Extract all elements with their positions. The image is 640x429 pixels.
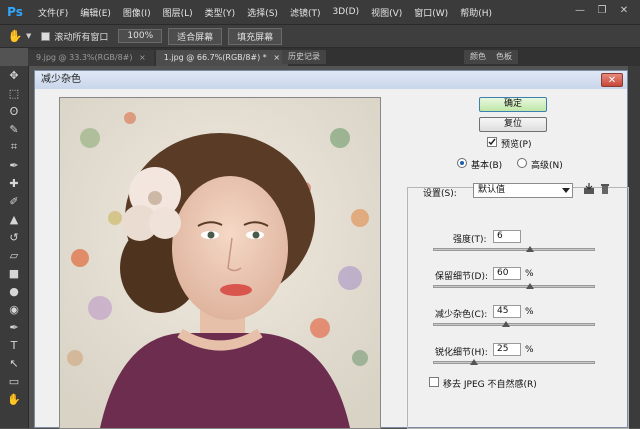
menu-file[interactable]: 文件(F)	[32, 6, 74, 19]
preview-checkbox[interactable]	[487, 137, 497, 147]
settings-label: 设置(S):	[423, 189, 457, 199]
mode-basic-radio[interactable]	[457, 158, 467, 168]
preserve-details-unit: %	[525, 269, 534, 279]
eyedropper-tool-icon[interactable]: ✒	[0, 156, 28, 174]
menu-image[interactable]: 图像(I)	[117, 6, 157, 19]
right-panel-strip	[628, 66, 640, 428]
panel-tab-color[interactable]: 颜色	[464, 50, 492, 64]
dialog-title: 减少杂色	[35, 71, 627, 89]
doc-tab-1jpg[interactable]: 1.jpg @ 66.7%(RGB/8#) * ×	[155, 50, 289, 66]
ok-button[interactable]: 确定	[479, 97, 547, 112]
reduce-color-noise-input[interactable]: 45	[493, 305, 521, 318]
menu-layer[interactable]: 图层(L)	[157, 6, 199, 19]
reduce-color-noise-label: 减少杂色(C):	[435, 310, 488, 320]
fit-screen-button[interactable]: 适合屏幕	[168, 27, 223, 45]
scroll-all-windows-checkbox[interactable]: 滚动所有窗口	[41, 30, 108, 43]
brush-tool-icon[interactable]: ✐	[0, 192, 28, 210]
pen-tool-icon[interactable]: ✒	[0, 318, 28, 336]
quick-select-tool-icon[interactable]: ✎	[0, 120, 28, 138]
hand-tool-icon[interactable]: ✋	[0, 390, 28, 408]
minimize-window-button[interactable]: —	[572, 4, 588, 18]
history-brush-tool-icon[interactable]: ↺	[0, 228, 28, 246]
checkmark-icon	[488, 138, 496, 146]
preserve-details-input[interactable]: 60	[493, 267, 521, 280]
gradient-tool-icon[interactable]: ■	[0, 264, 28, 282]
hand-tool-icon[interactable]: ✋	[4, 29, 26, 43]
eraser-tool-icon[interactable]: ▱	[0, 246, 28, 264]
dialog-close-button[interactable]: ✕	[601, 73, 623, 87]
remove-jpeg-artifact-checkbox[interactable]	[429, 377, 439, 387]
portrait-preview-illustration	[60, 98, 380, 428]
menu-3d[interactable]: 3D(D)	[326, 7, 365, 17]
preserve-details-slider-track[interactable]	[433, 285, 595, 288]
menu-help[interactable]: 帮助(H)	[454, 6, 498, 19]
preview-label: 预览(P)	[501, 140, 532, 150]
scroll-all-windows-label: 滚动所有窗口	[54, 32, 109, 43]
sharpen-details-input[interactable]: 25	[493, 343, 521, 356]
mode-advanced-label: 高级(N)	[531, 161, 563, 171]
preserve-details-slider-thumb[interactable]	[526, 283, 535, 289]
preserve-details-label: 保留细节(D):	[435, 272, 488, 282]
lasso-tool-icon[interactable]: ʘ	[0, 102, 28, 120]
type-tool-icon[interactable]: T	[0, 336, 28, 354]
close-window-button[interactable]: ✕	[616, 4, 632, 18]
sharpen-details-unit: %	[525, 345, 534, 355]
tool-preset-dropdown-icon[interactable]: ▼	[26, 32, 31, 40]
panel-tab-swatches[interactable]: 色板	[490, 50, 518, 64]
menu-type[interactable]: 类型(Y)	[199, 6, 242, 19]
strength-slider-track[interactable]	[433, 248, 595, 251]
settings-select-value: 默认值	[478, 185, 506, 195]
clone-stamp-tool-icon[interactable]: ▲	[0, 210, 28, 228]
tools-panel: ✥ ⬚ ʘ ✎ ⌗ ✒ ✚ ✐ ▲ ↺ ▱ ■ ● ◉ ✒ T ↖ ▭ ✋	[0, 66, 29, 428]
mode-basic-label: 基本(B)	[471, 161, 503, 171]
restore-window-button[interactable]: ❐	[594, 4, 610, 18]
reduce-color-noise-slider-track[interactable]	[433, 323, 595, 326]
mode-advanced-radio[interactable]	[517, 158, 527, 168]
settings-select[interactable]: 默认值	[473, 183, 573, 198]
strength-slider-thumb[interactable]	[526, 246, 535, 252]
options-bar: ✋ ▼ 滚动所有窗口 100% 适合屏幕 填充屏幕	[0, 25, 640, 48]
strength-input[interactable]: 6	[493, 230, 521, 243]
close-tab-icon[interactable]: ×	[273, 53, 280, 62]
marquee-tool-icon[interactable]: ⬚	[0, 84, 28, 102]
menu-bar: Ps 文件(F) 编辑(E) 图像(I) 图层(L) 类型(Y) 选择(S) 滤…	[0, 0, 640, 25]
menu-view[interactable]: 视图(V)	[365, 6, 408, 19]
panel-tab-history[interactable]: 历史记录	[282, 50, 326, 64]
blur-tool-icon[interactable]: ●	[0, 282, 28, 300]
remove-jpeg-artifact-label: 移去 JPEG 不自然感(R)	[443, 380, 537, 390]
reduce-color-noise-slider-thumb[interactable]	[501, 321, 510, 327]
menu-edit[interactable]: 编辑(E)	[74, 6, 117, 19]
dodge-tool-icon[interactable]: ◉	[0, 300, 28, 318]
save-settings-icon[interactable]	[583, 183, 595, 195]
menu-filter[interactable]: 滤镜(T)	[284, 6, 327, 19]
sharpen-details-label: 锐化细节(H):	[435, 348, 488, 358]
scroll-all-windows-checkbox-box[interactable]	[41, 31, 51, 41]
reset-button[interactable]: 复位	[479, 117, 547, 132]
healing-brush-tool-icon[interactable]: ✚	[0, 174, 28, 192]
sharpen-details-slider-track[interactable]	[433, 361, 595, 364]
fill-screen-button[interactable]: 填充屏幕	[228, 27, 283, 45]
filter-preview-image[interactable]	[59, 97, 381, 429]
menu-select[interactable]: 选择(S)	[241, 6, 284, 19]
doc-tab-9jpg-label: 9.jpg @ 33.3%(RGB/8#)	[36, 53, 133, 62]
path-select-tool-icon[interactable]: ↖	[0, 354, 28, 372]
menu-window[interactable]: 窗口(W)	[408, 6, 454, 19]
document-tab-bar: 9.jpg @ 33.3%(RGB/8#) × 1.jpg @ 66.7%(RG…	[28, 48, 640, 66]
doc-tab-9jpg[interactable]: 9.jpg @ 33.3%(RGB/8#) ×	[28, 50, 154, 66]
crop-tool-icon[interactable]: ⌗	[0, 138, 28, 156]
close-tab-icon[interactable]: ×	[139, 53, 146, 62]
sharpen-details-slider-thumb[interactable]	[469, 359, 478, 365]
reduce-noise-dialog: 减少杂色 ✕ 确定 复位 预览(P) 基本(B) 高级(N) 设置(S): 默认…	[34, 70, 629, 429]
doc-tab-1jpg-label: 1.jpg @ 66.7%(RGB/8#) *	[163, 53, 267, 62]
reduce-color-noise-unit: %	[525, 307, 534, 317]
shape-tool-icon[interactable]: ▭	[0, 372, 28, 390]
dropdown-arrow-icon	[562, 188, 570, 193]
zoom-100-button[interactable]: 100%	[118, 29, 163, 43]
photoshop-logo: Ps	[7, 5, 23, 19]
strength-label: 强度(T):	[453, 235, 487, 245]
delete-settings-icon[interactable]	[599, 183, 611, 195]
move-tool-icon[interactable]: ✥	[0, 66, 28, 84]
